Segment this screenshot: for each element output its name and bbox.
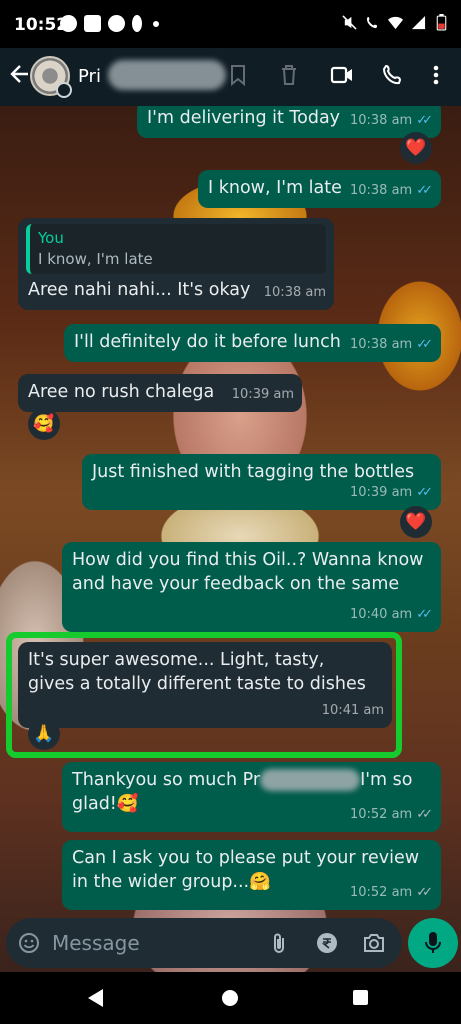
chat-area[interactable]: I'm delivering it Today 10:38 am ✓✓ ❤️ I … — [0, 106, 461, 972]
redacted-name-blur — [108, 60, 226, 90]
message-meta: 10:39 am ✓✓ — [350, 481, 433, 505]
quote-author: You — [38, 229, 64, 247]
camera-icon[interactable] — [362, 932, 386, 954]
read-receipt-icon: ✓✓ — [416, 337, 433, 352]
message-time: 10:38 am — [349, 113, 413, 128]
read-receipt-icon: ✓✓ — [416, 183, 433, 198]
more-options-icon[interactable] — [432, 64, 440, 86]
message-time: 10:38 am — [349, 183, 413, 198]
message-meta: 10:52 am ✓✓ — [350, 803, 433, 827]
mute-icon — [342, 15, 357, 30]
contact-name[interactable]: Pri — [78, 66, 101, 87]
play-notification-icon — [108, 15, 125, 32]
alert-notification-icon — [132, 15, 142, 32]
microphone-icon — [425, 932, 441, 953]
read-receipt-icon: ✓✓ — [416, 485, 433, 500]
delete-icon[interactable] — [280, 64, 298, 86]
message-time: 10:40 am — [349, 607, 413, 622]
heart-reaction[interactable]: ❤️ — [400, 506, 432, 538]
message-meta: 10:52 am ✓✓ — [350, 881, 433, 905]
voice-record-button[interactable] — [408, 918, 458, 968]
message-outgoing[interactable]: Thankyou so much Pr I'm so glad!🥰 10:52 a… — [62, 762, 441, 832]
message-meta: 10:38 am ✓✓ — [350, 179, 433, 203]
message-time: 10:39 am — [231, 387, 294, 402]
message-meta: 10:38 am ✓✓ — [350, 109, 433, 133]
system-navigation-bar — [0, 972, 461, 1024]
message-text-before: Thankyou so much Pr — [72, 770, 261, 790]
voice-call-icon[interactable] — [382, 64, 404, 86]
emoji-icon[interactable] — [18, 932, 40, 954]
bookmark-icon[interactable] — [230, 64, 246, 86]
contact-avatar[interactable] — [30, 56, 72, 98]
message-outgoing[interactable]: Just finished with tagging the bottles 1… — [82, 454, 441, 510]
app-notification-icon — [84, 15, 101, 32]
more-notifications-icon — [153, 20, 159, 27]
status-bar: 10:52 — [0, 0, 461, 48]
message-meta: 10:40 am ✓✓ — [350, 603, 433, 627]
heart-reaction[interactable]: ❤️ — [400, 132, 432, 164]
message-composer[interactable]: Message — [6, 918, 402, 968]
quote-text: I know, I'm late — [38, 250, 153, 268]
message-input[interactable]: Message — [52, 931, 140, 955]
message-meta: 10:38 am ✓✓ — [350, 333, 433, 357]
message-time: 10:38 am — [263, 285, 326, 300]
nav-recents-icon[interactable] — [353, 990, 368, 1005]
message-meta: 10:38 am — [264, 281, 326, 305]
message-time: 10:52 am — [349, 885, 413, 900]
read-receipt-icon: ✓✓ — [416, 607, 433, 622]
smiling-face-hearts-reaction[interactable]: 🥰 — [28, 408, 60, 440]
chat-header: Pri — [0, 48, 461, 106]
message-outgoing[interactable]: Can I ask you to please put your review … — [62, 840, 441, 910]
message-incoming[interactable]: Aree no rush chalega 10:39 am — [18, 374, 302, 412]
back-arrow-icon[interactable] — [10, 62, 30, 86]
nav-back-icon[interactable] — [88, 989, 103, 1007]
green-highlight-annotation — [6, 632, 402, 758]
read-receipt-icon: ✓✓ — [416, 885, 433, 900]
read-receipt-icon: ✓✓ — [416, 807, 433, 822]
battery-icon — [436, 14, 447, 31]
message-outgoing[interactable]: I'll definitely do it before lunch 10:38… — [64, 324, 441, 362]
attach-icon[interactable] — [272, 932, 286, 954]
redacted-name-blur — [260, 769, 361, 791]
read-receipt-icon: ✓✓ — [416, 113, 433, 128]
message-outgoing[interactable]: How did you find this Oil..? Wanna know … — [62, 542, 441, 632]
message-meta: 10:39 am — [232, 383, 294, 407]
chat-notification-icon — [60, 15, 77, 32]
nav-home-icon[interactable] — [222, 990, 238, 1006]
message-time: 10:52 am — [349, 807, 413, 822]
message-outgoing[interactable]: I know, I'm late 10:38 am ✓✓ — [198, 170, 441, 208]
signal-icon — [411, 15, 426, 30]
quoted-message[interactable]: You I know, I'm late — [26, 224, 326, 274]
notification-icons — [60, 15, 159, 32]
message-time: 10:38 am — [349, 337, 413, 352]
message-incoming[interactable]: You I know, I'm late Aree nahi nahi... I… — [18, 218, 334, 310]
system-icons — [342, 14, 449, 31]
payment-rupee-icon[interactable] — [316, 932, 338, 954]
message-outgoing[interactable]: I'm delivering it Today 10:38 am ✓✓ — [137, 106, 441, 138]
wifi-icon — [388, 16, 403, 30]
message-time: 10:39 am — [349, 485, 413, 500]
status-ring-icon — [56, 82, 72, 98]
message-text: How did you find this Oil..? Wanna know … — [72, 550, 424, 594]
video-call-icon[interactable] — [330, 64, 354, 86]
wifi-calling-icon — [366, 16, 378, 29]
